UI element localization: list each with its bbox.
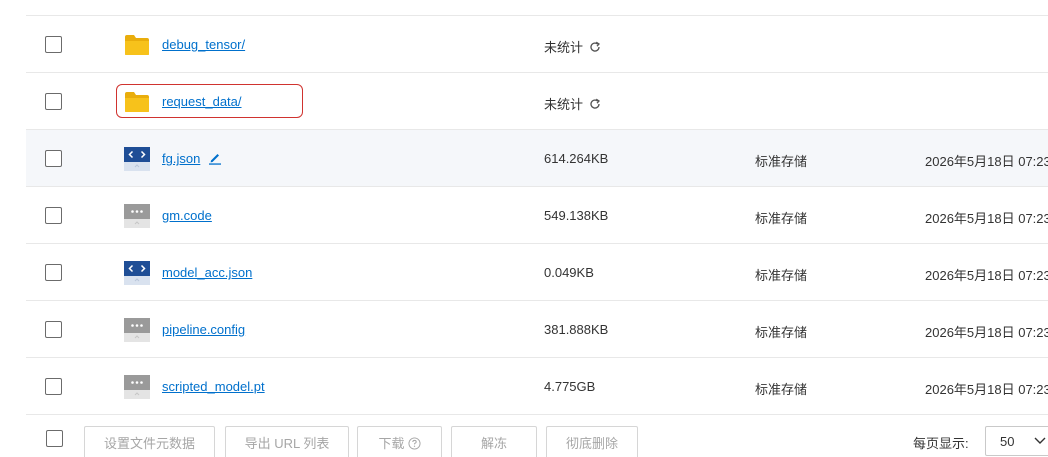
json-file-icon xyxy=(124,260,150,286)
storage-class: 标准存储 xyxy=(755,211,808,226)
table-row: scripted_model.pt 4.775GB 标准存储 2026年5月18日 0… xyxy=(26,358,1048,415)
generic-file-icon xyxy=(124,317,150,343)
storage-class: 标准存储 xyxy=(755,154,808,169)
file-name-link[interactable]: fg.json xyxy=(162,151,200,166)
row-checkbox[interactable] xyxy=(45,378,62,395)
file-size-text: 614.264KB xyxy=(544,151,609,166)
row-checkbox[interactable] xyxy=(45,321,62,338)
refresh-icon[interactable] xyxy=(589,98,601,110)
storage-class: 标准存储 xyxy=(755,382,808,397)
download-button[interactable]: 下载 xyxy=(357,426,442,457)
per-page-label: 每页显示: xyxy=(913,436,969,451)
table-row: model_acc.json 0.049KB 标准存储 2026年5月18日 07:2… xyxy=(26,244,1048,301)
file-size: 未统计 xyxy=(544,94,601,113)
file-size-text: 未统计 xyxy=(544,97,584,112)
row-checkbox[interactable] xyxy=(45,93,62,110)
select-all-checkbox[interactable] xyxy=(46,430,63,447)
edit-icon[interactable] xyxy=(208,151,222,165)
set-metadata-button[interactable]: 设置文件元数据 xyxy=(84,426,215,457)
row-checkbox[interactable] xyxy=(45,150,62,167)
file-size-text: 0.049KB xyxy=(544,265,594,280)
file-size-text: 381.888KB xyxy=(544,322,609,337)
row-checkbox[interactable] xyxy=(45,36,62,53)
last-modified: 2026年5月18日 07:23 xyxy=(925,325,1048,340)
table-row: fg.json 614.264KB 标准存储 2026年5月18日 07:23 xyxy=(26,130,1048,187)
export-urls-button[interactable]: 导出 URL 列表 xyxy=(225,426,349,457)
last-modified: 2026年5月18日 07:23 xyxy=(925,382,1048,397)
file-size: 4.775GB xyxy=(544,379,595,394)
row-checkbox[interactable] xyxy=(45,264,62,281)
file-size: 未统计 xyxy=(544,37,601,56)
last-modified: 2026年5月18日 07:23 xyxy=(925,211,1048,226)
file-name-link[interactable]: model_acc.json xyxy=(162,265,252,280)
download-label: 下载 xyxy=(378,436,405,451)
table-row: debug_tensor/未统计 xyxy=(26,16,1048,73)
folder-icon xyxy=(124,32,150,58)
file-name-link[interactable]: scripted_model.pt xyxy=(162,379,265,394)
storage-class: 标准存储 xyxy=(755,325,808,340)
table-row: pipeline.config 381.888KB 标准存储 2026年5月18日 0… xyxy=(26,301,1048,358)
chevron-down-icon xyxy=(1034,437,1046,444)
table-row: gm.code 549.138KB 标准存储 2026年5月18日 07:23 xyxy=(26,187,1048,244)
row-checkbox[interactable] xyxy=(45,207,62,224)
file-size: 0.049KB xyxy=(544,265,594,280)
last-modified: 2026年5月18日 07:23 xyxy=(925,268,1048,283)
file-name-link[interactable]: gm.code xyxy=(162,208,212,223)
last-modified: 2026年5月18日 07:23 xyxy=(925,154,1048,169)
file-size-text: 未统计 xyxy=(544,40,584,55)
generic-file-icon xyxy=(124,203,150,229)
table-row: request_data/未统计 xyxy=(26,73,1048,130)
unfreeze-button[interactable]: 解冻 xyxy=(451,426,537,457)
table-footer: 设置文件元数据 导出 URL 列表 下载 解冻 彻底删除 每页显示: 50 xyxy=(0,416,1048,457)
file-name-link[interactable]: pipeline.config xyxy=(162,322,245,337)
file-name-link[interactable]: request_data/ xyxy=(162,94,242,109)
file-size-text: 549.138KB xyxy=(544,208,609,223)
file-name-link[interactable]: debug_tensor/ xyxy=(162,37,245,52)
per-page-value: 50 xyxy=(1000,434,1015,449)
file-size-text: 4.775GB xyxy=(544,379,596,394)
file-size: 614.264KB xyxy=(544,151,608,166)
help-icon[interactable] xyxy=(407,437,421,450)
refresh-icon[interactable] xyxy=(589,41,601,53)
file-size: 549.138KB xyxy=(544,208,608,223)
storage-class: 标准存储 xyxy=(755,268,808,283)
file-size: 381.888KB xyxy=(544,322,608,337)
permanent-delete-button[interactable]: 彻底删除 xyxy=(546,426,638,457)
folder-icon xyxy=(124,89,150,115)
per-page-select[interactable]: 50 xyxy=(985,426,1048,456)
generic-file-icon xyxy=(124,374,150,400)
json-file-icon xyxy=(124,146,150,172)
